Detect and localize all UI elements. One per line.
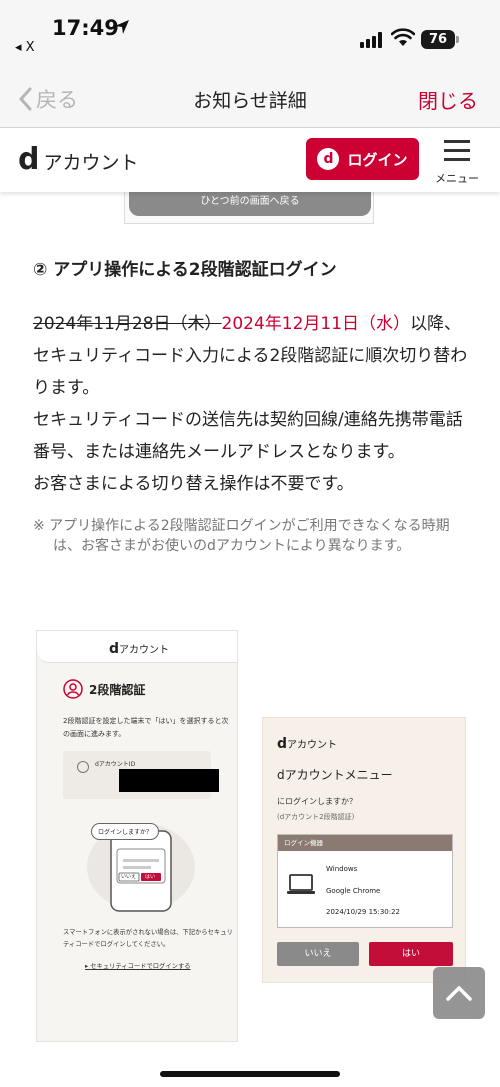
logo-d: d xyxy=(18,142,40,177)
login-device-card: ログイン機器 Windows Google Chrome 2024/10/29 … xyxy=(277,834,453,928)
paragraph-3: お客さまによる切り替え操作は不要です。 xyxy=(33,474,354,494)
wifi-icon xyxy=(391,28,415,46)
device-browser: Google Chrome xyxy=(326,887,381,895)
phone-no-button: いいえ xyxy=(121,874,137,880)
navigation-bar: 戻る お知らせ詳細 閉じる xyxy=(0,68,500,128)
chevron-up-icon xyxy=(446,986,472,1001)
location-arrow-icon xyxy=(115,20,129,34)
menu-label: メニュー xyxy=(435,172,479,185)
article-body: 2024年11月28日（木）2024年12月11日（水）以降、セキュリティコード… xyxy=(33,308,473,500)
login-label: ログイン xyxy=(347,150,408,169)
hamburger-line xyxy=(444,158,470,161)
menu-button[interactable]: メニュー xyxy=(432,138,482,186)
screenshot-logo-text: アカウント xyxy=(119,645,170,656)
confirm-no-button: いいえ xyxy=(277,942,359,966)
device-os: Windows xyxy=(326,865,358,873)
confirm-logo-text: アカウント xyxy=(287,740,338,751)
signal-icon xyxy=(360,32,382,48)
two-step-auth-screenshot: dアカウント 2段階認証 2段階認証を設定した端末で「はい」を選択すると次の画面… xyxy=(36,630,238,1042)
confirm-title: dアカウントメニュー xyxy=(277,768,393,782)
account-id-label: dアカウントID xyxy=(95,761,136,768)
account-icon xyxy=(77,761,89,773)
hamburger-line xyxy=(444,149,470,152)
footnote: ※ アプリ操作による2段階認証ログインがご利用できなくなる時期は、お客さまがお使… xyxy=(33,518,450,554)
back-to-app-link[interactable]: ◂ X xyxy=(15,40,35,55)
battery-cap xyxy=(456,36,459,43)
status-bar: 17:49 ◂ X 76 xyxy=(0,0,500,68)
login-button[interactable]: d ログイン xyxy=(306,138,419,180)
confirm-question: にログインしますか？ xyxy=(277,797,357,806)
login-confirm-screenshot: dアカウント dアカウントメニュー にログインしますか？ (dアカウント2段階認… xyxy=(262,717,466,983)
hamburger-menu-icon xyxy=(444,140,470,143)
screenshot-header: dアカウント xyxy=(37,631,237,663)
paragraph-2: セキュリティコードの送信先は契約回線/連絡先携帯電話番号、または連絡先メールアド… xyxy=(33,410,463,462)
status-time: 17:49 xyxy=(52,16,119,40)
screenshot-logo: dアカウント xyxy=(109,641,169,657)
phone-illustration: ログインしますか？ いいえ はい xyxy=(81,811,201,913)
section-heading: ② アプリ操作による2段階認証ログイン xyxy=(33,260,337,280)
d-account-logo[interactable]: d アカウント xyxy=(18,142,139,177)
screenshot-logo-d: d xyxy=(109,641,120,657)
new-date: 2024年12月11日（水） xyxy=(221,314,411,334)
d-badge-icon: d xyxy=(317,148,340,170)
back-app-label: X xyxy=(25,40,35,55)
site-header: d アカウント d ログイン メニュー xyxy=(0,128,500,192)
battery-icon: 76 xyxy=(421,30,455,49)
phone-yes-button: はい xyxy=(145,874,156,880)
screenshot-title-text: 2段階認証 xyxy=(89,682,146,697)
confirm-yes-button: はい xyxy=(369,942,453,966)
device-datetime: 2024/10/29 15:30:22 xyxy=(326,908,401,916)
login-prompt-bubble: ログインしますか？ xyxy=(91,823,160,840)
home-indicator[interactable] xyxy=(160,1071,340,1077)
confirm-logo: dアカウント xyxy=(277,736,337,752)
security-code-link-text: セキュリティコードでログインする xyxy=(90,963,191,970)
scroll-to-top-button[interactable] xyxy=(433,967,485,1019)
laptop-icon xyxy=(287,874,315,894)
screenshot-note: スマートフォンに表示がされない場合は、下記からセキュリティコードでログインしてく… xyxy=(63,929,233,948)
account-id-box: dアカウントID xyxy=(63,751,219,799)
security-code-link: ▸ セキュリティコードでログインする xyxy=(85,963,191,970)
person-icon xyxy=(63,679,83,699)
previous-screen-button: ひとつ前の画面へ戻る xyxy=(129,192,371,216)
screenshot-title: 2段階認証 xyxy=(63,679,145,699)
old-date: 2024年11月28日（木） xyxy=(33,314,222,334)
confirm-logo-d: d xyxy=(277,736,288,752)
confirm-subtitle: (dアカウント2段階認証) xyxy=(277,813,355,821)
login-device-header: ログイン機器 xyxy=(278,835,452,851)
screenshot-description: 2段階認証を設定した端末で「はい」を選択すると次の画面に進みます。 xyxy=(63,717,229,738)
close-button[interactable]: 閉じる xyxy=(418,85,478,114)
logo-text: アカウント xyxy=(43,152,139,174)
redacted-id xyxy=(119,769,219,792)
previous-screen-image: ひとつ前の画面へ戻る xyxy=(124,192,374,224)
